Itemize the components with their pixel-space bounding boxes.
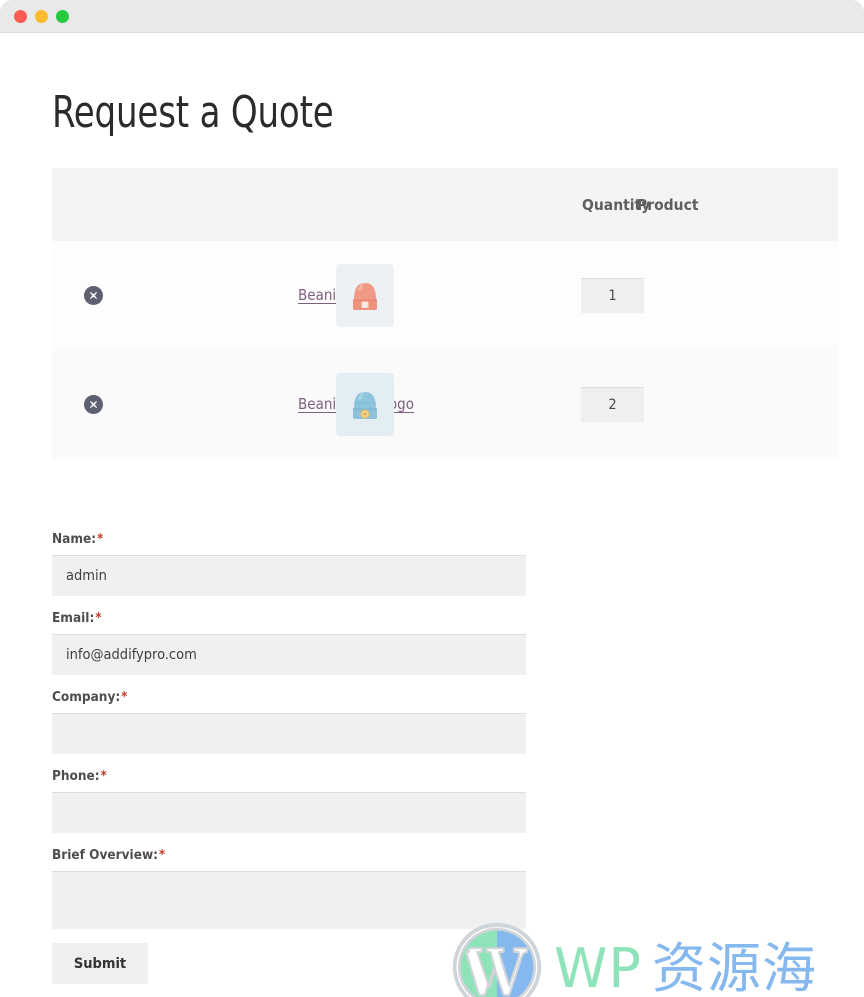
thumbnail-cell	[142, 350, 394, 459]
phone-input[interactable]	[52, 792, 526, 833]
quantity-cell	[574, 241, 838, 350]
label-text: Phone:	[52, 768, 100, 784]
table-header-row: Product Quantity	[52, 168, 838, 241]
field-company: Company:*	[52, 689, 526, 754]
field-label-name: Name:*	[52, 531, 526, 547]
page-content: Request a Quote Product Quantity Beanie …	[0, 33, 864, 997]
field-label-company: Company:*	[52, 689, 526, 705]
table-header: Product Quantity	[52, 168, 838, 241]
field-label-brief-overview: Brief Overview:*	[52, 847, 526, 863]
label-text: Name:	[52, 531, 97, 547]
remove-cell	[52, 350, 142, 459]
quantity-cell	[574, 350, 838, 459]
watermark-text-latin: WP	[554, 937, 642, 997]
beanie-with-logo-hat-image[interactable]	[336, 373, 394, 436]
label-text: Email:	[52, 610, 95, 626]
field-email: Email:*	[52, 610, 526, 675]
column-header-quantity: Quantity	[582, 195, 651, 214]
field-label-email: Email:*	[52, 610, 526, 626]
window-titlebar	[0, 0, 864, 33]
page-title: Request a Quote	[52, 87, 334, 138]
table-body: Beanie 1 Beanie Logo 2	[52, 241, 838, 459]
quote-request-form: Name:* Email:* Company:* Phone:*	[52, 531, 526, 984]
thumbnail-cell	[142, 241, 394, 350]
column-header-remove	[52, 168, 142, 241]
maximize-window-button[interactable]	[56, 9, 69, 23]
field-name: Name:*	[52, 531, 526, 596]
field-label-phone: Phone:*	[52, 768, 526, 784]
minimize-window-button[interactable]	[35, 9, 48, 23]
label-text: Brief Overview:	[52, 847, 159, 863]
watermark-text-cjk: 资源海	[651, 937, 817, 997]
remove-circle-x-icon[interactable]	[84, 285, 103, 305]
required-asterisk: *	[95, 611, 102, 626]
label-text: Company:	[52, 689, 121, 705]
table-row: Beanie	[52, 241, 838, 350]
column-header-product: Product	[637, 195, 699, 214]
name-input[interactable]	[52, 555, 526, 596]
submit-button[interactable]: Submit	[52, 943, 148, 984]
column-header-thumbnail	[142, 168, 294, 241]
required-asterisk: *	[97, 532, 104, 547]
company-input[interactable]	[52, 713, 526, 754]
quantity-input[interactable]	[581, 278, 644, 313]
required-asterisk: *	[100, 769, 107, 784]
field-phone: Phone:*	[52, 768, 526, 833]
browser-window: Request a Quote Product Quantity Beanie …	[0, 0, 864, 997]
remove-circle-x-icon[interactable]	[84, 394, 103, 414]
required-asterisk: *	[159, 848, 166, 863]
beanie-hat-image[interactable]	[336, 264, 394, 327]
brief-overview-textarea[interactable]	[52, 871, 526, 929]
remove-cell	[52, 241, 142, 350]
quantity-input[interactable]	[581, 387, 644, 422]
close-window-button[interactable]	[14, 9, 27, 23]
field-brief-overview: Brief Overview:*	[52, 847, 526, 929]
email-input[interactable]	[52, 634, 526, 675]
table-row: Beanie with Logo	[52, 350, 838, 459]
quote-products-table: Product Quantity Beanie 1 Beanie Logo 2	[52, 168, 838, 459]
required-asterisk: *	[121, 690, 128, 705]
